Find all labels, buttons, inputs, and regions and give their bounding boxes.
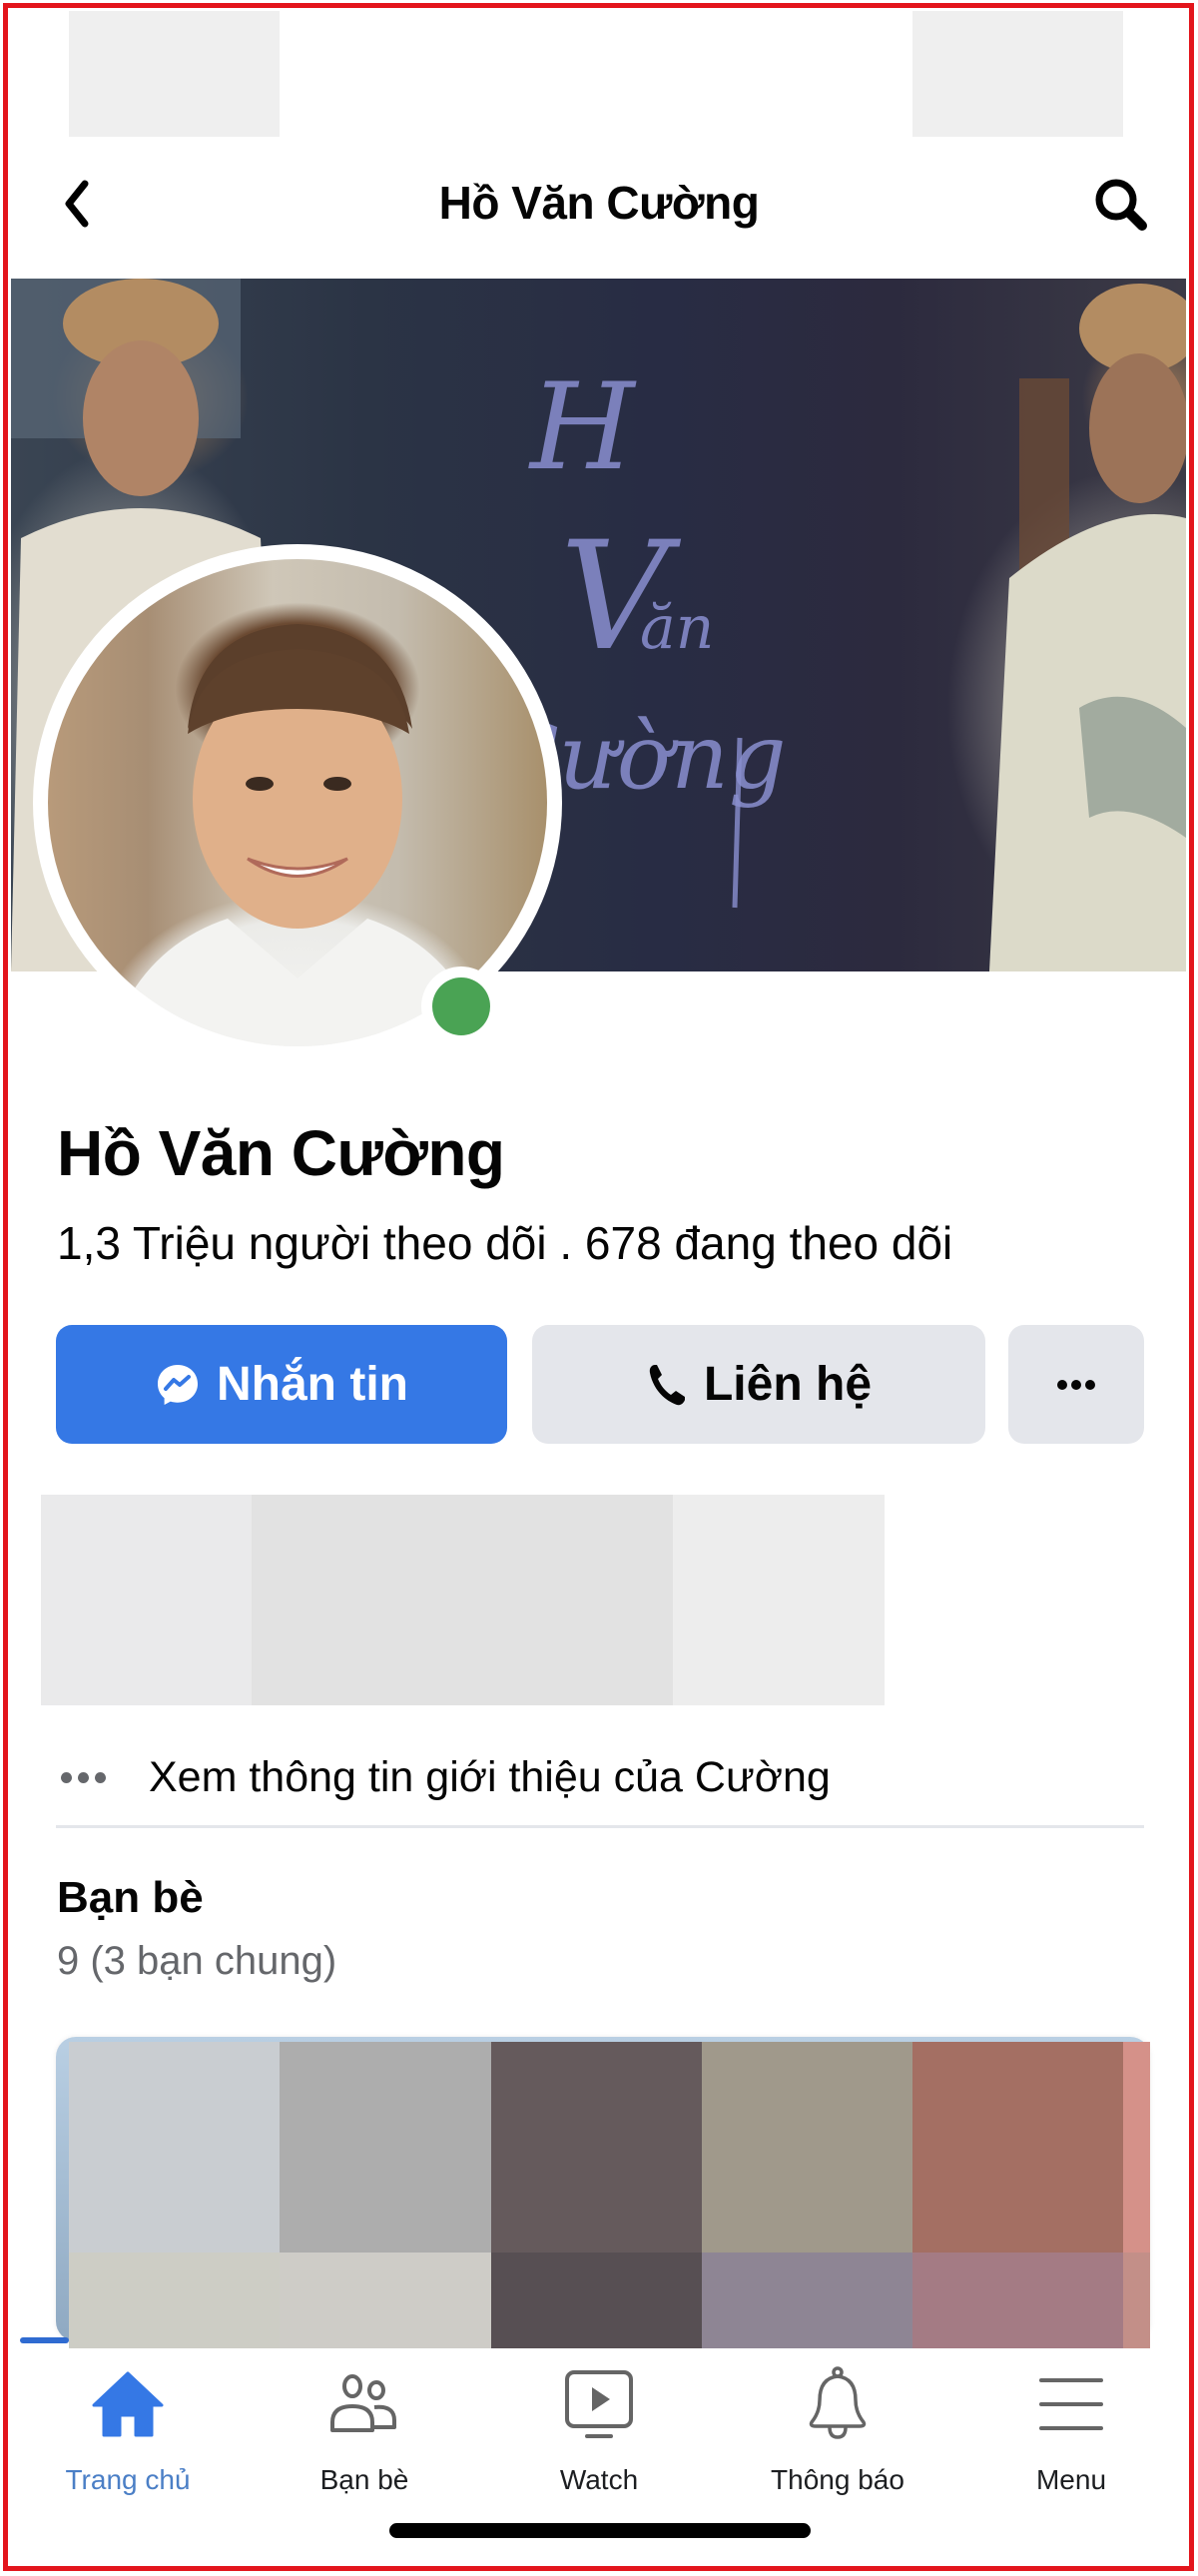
- nav-tab-menu[interactable]: Menu: [971, 2358, 1171, 2498]
- nav-label-notifications: Thông báo: [771, 2464, 904, 2495]
- friends-count: 9 (3 bạn chung): [57, 1939, 337, 1983]
- scroll-indicator: [20, 2337, 69, 2343]
- nav-label-menu: Menu: [1035, 2464, 1107, 2495]
- redacted-intro-segment-3: [673, 1495, 885, 1705]
- search-icon: [1095, 179, 1147, 231]
- friend-thumbnail-redacted: [702, 2253, 912, 2348]
- page-title: Hồ Văn Cường: [438, 177, 760, 229]
- more-icon: [1057, 1379, 1095, 1390]
- nav-label-home: Trang chủ: [65, 2464, 191, 2495]
- online-status-indicator: [432, 977, 490, 1035]
- contact-button-label: Liên hệ: [703, 1358, 873, 1411]
- message-button-label: Nhắn tin: [217, 1358, 408, 1411]
- contact-button[interactable]: Liên hệ: [532, 1325, 985, 1444]
- redacted-status-left: [69, 11, 280, 137]
- friend-thumbnail-redacted: [702, 2042, 912, 2253]
- friend-thumbnail-redacted: [491, 2042, 702, 2253]
- section-divider: [56, 1825, 1144, 1828]
- bell-icon: [809, 2366, 867, 2439]
- friend-thumbnail-redacted: [912, 2042, 1123, 2253]
- home-icon: [92, 2371, 164, 2437]
- follower-stats[interactable]: 1,3 Triệu người theo dõi . 678 đang theo…: [57, 1216, 952, 1270]
- friends-icon: [330, 2374, 396, 2432]
- cover-figure-right: [989, 284, 1186, 971]
- nav-tab-notifications[interactable]: Thông báo: [738, 2358, 937, 2498]
- friend-thumbnail-redacted: [912, 2253, 1123, 2348]
- nav-label-friends: Bạn bè: [319, 2464, 409, 2495]
- watch-icon: [565, 2370, 633, 2438]
- see-about-info-label: Xem thông tin giới thiệu của Cường: [149, 1752, 831, 1801]
- message-button[interactable]: Nhắn tin: [56, 1325, 507, 1444]
- redacted-status-right: [912, 11, 1123, 137]
- phone-icon: [649, 1364, 685, 1405]
- more-options-button[interactable]: [1008, 1325, 1144, 1444]
- nav-label-watch: Watch: [559, 2464, 639, 2495]
- redacted-intro-segment-1: [41, 1495, 252, 1705]
- friends-section-title: Bạn bè: [57, 1873, 204, 1922]
- messenger-icon: [158, 1364, 198, 1405]
- svg-text:H: H: [528, 358, 637, 497]
- chevron-left-icon: [65, 180, 89, 228]
- back-button[interactable]: [52, 172, 102, 236]
- nav-tab-home[interactable]: Trang chủ: [28, 2358, 228, 2498]
- home-indicator[interactable]: [389, 2523, 811, 2538]
- friend-thumbnail-redacted: [491, 2253, 702, 2348]
- profile-name: Hồ Văn Cường: [57, 1117, 505, 1189]
- see-about-info-link[interactable]: Xem thông tin giới thiệu của Cường: [56, 1742, 1144, 1812]
- friend-thumbnail-redacted: [280, 2042, 491, 2253]
- nav-tab-watch[interactable]: Watch: [499, 2358, 699, 2498]
- nav-tab-friends[interactable]: Bạn bè: [265, 2358, 464, 2498]
- redacted-intro-segment-2: [252, 1495, 673, 1705]
- menu-icon: [1039, 2378, 1103, 2430]
- friend-thumbnail-redacted: [1123, 2253, 1150, 2348]
- more-dots-icon: [61, 1767, 116, 1787]
- friend-thumbnail-redacted: [69, 2253, 280, 2348]
- friend-thumbnail-redacted: [69, 2042, 280, 2253]
- friend-thumbnail-redacted: [280, 2253, 491, 2348]
- friends-mosaic-redacted: [69, 2042, 1150, 2348]
- svg-text:ăn: ăn: [640, 593, 714, 663]
- friend-thumbnail-redacted: [1123, 2042, 1150, 2253]
- search-button[interactable]: [1086, 170, 1158, 242]
